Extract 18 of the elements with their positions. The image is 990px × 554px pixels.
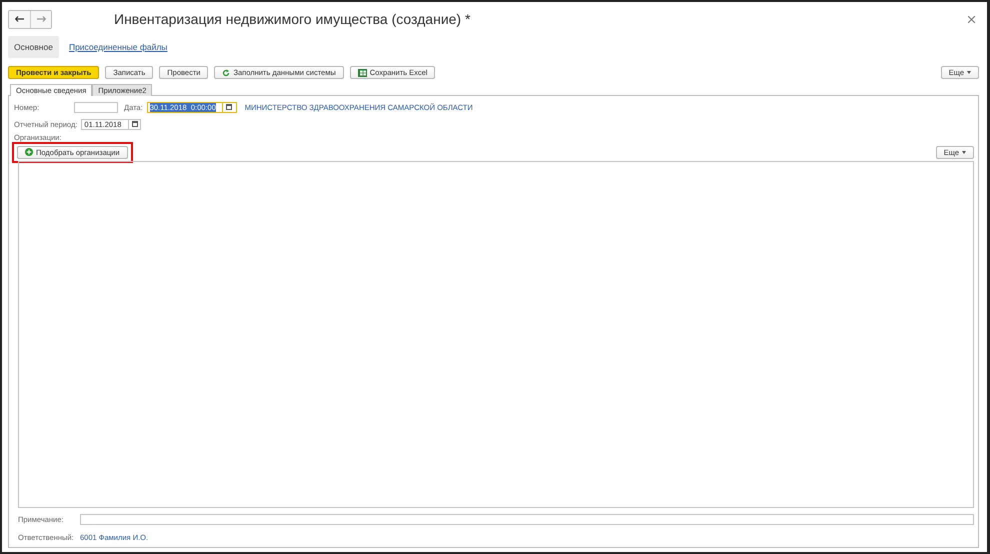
caret-icon (962, 150, 966, 154)
section-tab[interactable]: Основное (8, 36, 59, 58)
note-field[interactable] (80, 514, 974, 524)
window-title: Инвентаризация недвижимого имущества (создание) * (114, 11, 472, 27)
calendar-button[interactable] (129, 118, 142, 130)
section-tab[interactable]: Присоединенные файлы (62, 36, 174, 58)
calendar-icon (132, 121, 138, 127)
close-icon[interactable] (968, 16, 975, 22)
right-arrow-icon (36, 16, 46, 22)
caret-icon (967, 71, 971, 74)
calendar-icon (226, 104, 232, 110)
refresh-icon (222, 68, 230, 76)
back-button[interactable] (9, 10, 30, 28)
spreadsheet-icon (358, 68, 367, 76)
calendar-button[interactable] (222, 102, 237, 112)
plus-circle-icon (25, 148, 33, 156)
number-field[interactable] (74, 102, 118, 112)
left-arrow-icon (15, 16, 24, 22)
